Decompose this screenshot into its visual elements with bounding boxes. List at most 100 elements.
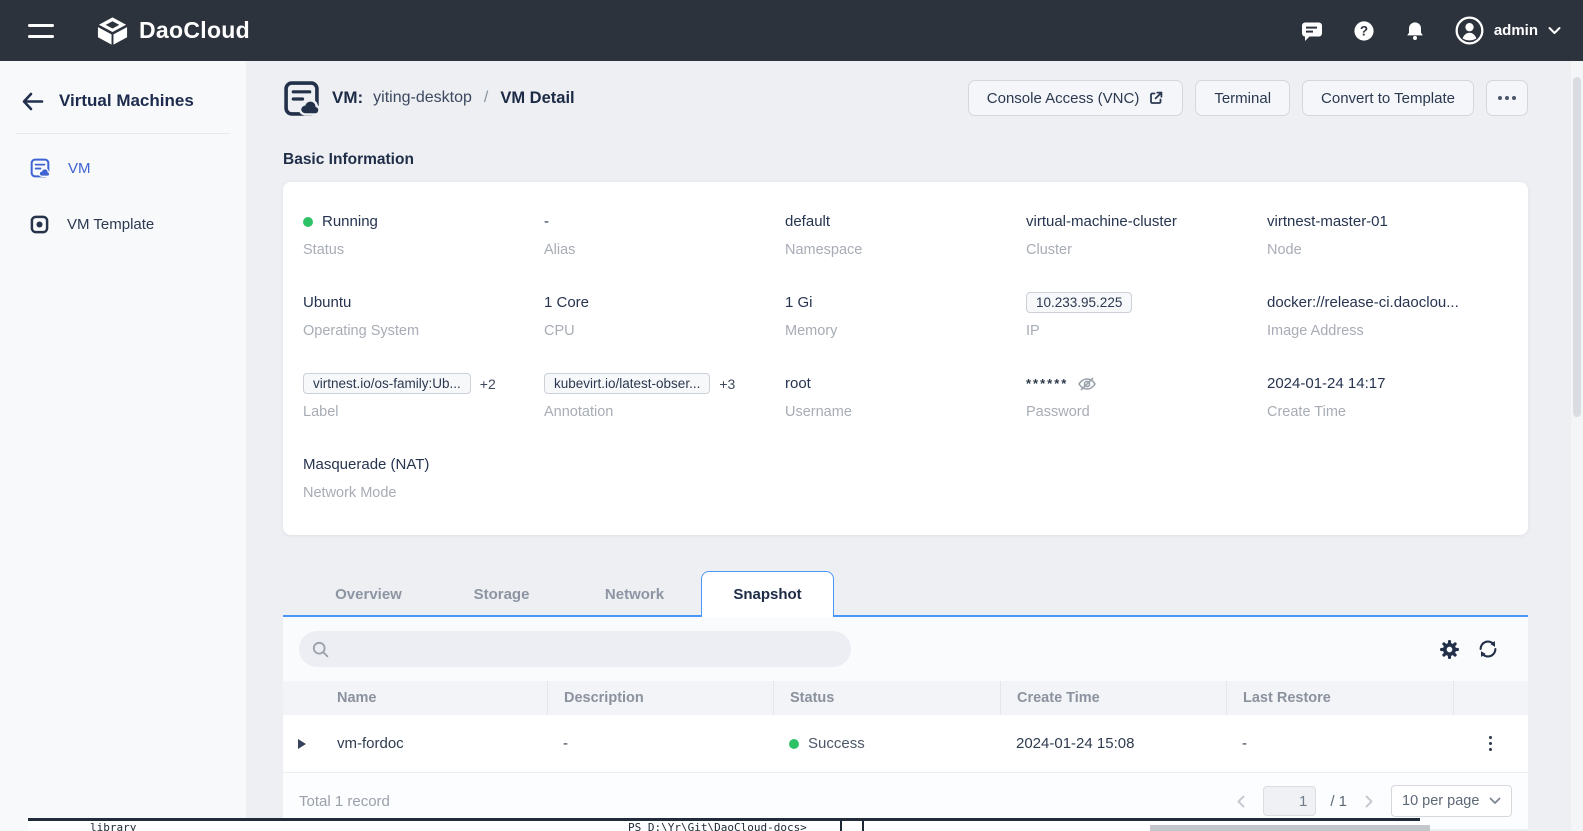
cell-status: Success bbox=[773, 735, 1000, 752]
field-label: Label bbox=[303, 404, 339, 420]
console-access-label: Console Access (VNC) bbox=[986, 89, 1140, 107]
field-label: CPU bbox=[544, 323, 575, 339]
field-value: default bbox=[785, 213, 831, 230]
help-icon[interactable]: ? bbox=[1353, 20, 1375, 42]
password-masked-value: ****** bbox=[1026, 376, 1069, 391]
brand[interactable]: DaoCloud bbox=[96, 16, 250, 46]
column-header-actions bbox=[1453, 681, 1528, 715]
username-label: admin bbox=[1493, 22, 1538, 39]
breadcrumb-current-page: VM Detail bbox=[500, 88, 575, 107]
expand-triangle-icon bbox=[298, 738, 306, 749]
menu-toggle-icon[interactable] bbox=[28, 23, 54, 38]
status-dot-green bbox=[303, 216, 313, 227]
search-input[interactable] bbox=[338, 641, 838, 657]
field-label: Cluster bbox=[1026, 242, 1072, 258]
field-value: virtnest-master-01 bbox=[1267, 213, 1388, 230]
sidebar-item-vm[interactable]: VM bbox=[0, 148, 246, 188]
prev-page-button[interactable] bbox=[1233, 792, 1249, 811]
avatar bbox=[1455, 16, 1484, 45]
field-label: Memory bbox=[785, 323, 838, 339]
chevron-down-icon bbox=[1548, 26, 1561, 35]
sidebar: Virtual Machines VM VM Template bbox=[0, 61, 246, 831]
chevron-down-icon bbox=[1489, 797, 1501, 804]
convert-to-template-button[interactable]: Convert to Template bbox=[1302, 80, 1474, 116]
cell-name[interactable]: vm-fordoc bbox=[321, 735, 547, 752]
field-annotation: kubevirt.io/latest-obser... +3 Annotation bbox=[544, 372, 785, 420]
cell-last-restore: - bbox=[1242, 735, 1247, 752]
field-username: root Username bbox=[785, 372, 1026, 420]
notifications-bell-icon[interactable] bbox=[1404, 20, 1426, 42]
vm-name: yiting-desktop bbox=[373, 89, 472, 106]
field-ip: 10.233.95.225 IP bbox=[1026, 291, 1267, 339]
field-label: Image Address bbox=[1267, 323, 1364, 339]
tab-network[interactable]: Network bbox=[568, 573, 701, 617]
field-label: Annotation bbox=[544, 404, 614, 420]
column-settings-gear-icon[interactable] bbox=[1439, 639, 1460, 660]
column-header-description[interactable]: Description bbox=[547, 681, 773, 715]
page-scrollbar[interactable] bbox=[1571, 61, 1583, 831]
field-password: ****** Password bbox=[1026, 372, 1267, 420]
background-window-gray-strip bbox=[1150, 825, 1430, 831]
brand-name: DaoCloud bbox=[139, 17, 250, 43]
current-page-input[interactable]: 1 bbox=[1263, 786, 1317, 816]
column-header-last-restore[interactable]: Last Restore bbox=[1226, 681, 1453, 715]
console-access-button[interactable]: Console Access (VNC) bbox=[967, 80, 1184, 116]
field-node: virtnest-master-01 Node bbox=[1267, 210, 1508, 258]
scrollbar-thumb[interactable] bbox=[1573, 77, 1581, 417]
basic-information-card: Running Status - Alias default Namespace… bbox=[283, 182, 1528, 535]
table-header-row: Name Description Status Create Time Last… bbox=[283, 681, 1528, 715]
label-more-count[interactable]: +2 bbox=[480, 376, 496, 392]
status-text: Success bbox=[808, 735, 865, 752]
ellipsis-icon bbox=[1498, 96, 1516, 100]
field-label: Username bbox=[785, 404, 852, 420]
field-image-address: docker://release-ci.daoclou... Image Add… bbox=[1267, 291, 1508, 339]
field-label: Create Time bbox=[1267, 404, 1346, 420]
sidebar-item-label: VM Template bbox=[67, 215, 155, 233]
messages-icon[interactable] bbox=[1300, 20, 1324, 42]
field-operating-system: Ubuntu Operating System bbox=[303, 291, 544, 339]
search-icon bbox=[312, 641, 329, 658]
refresh-icon[interactable] bbox=[1477, 638, 1499, 660]
top-navbar: DaoCloud ? admin bbox=[0, 0, 1583, 61]
row-actions-kebab-icon[interactable] bbox=[1485, 732, 1497, 756]
search-box[interactable] bbox=[299, 631, 851, 667]
sidebar-item-vm-template[interactable]: VM Template bbox=[0, 204, 246, 244]
user-menu[interactable]: admin bbox=[1455, 16, 1561, 45]
terminal-label: Terminal bbox=[1214, 89, 1272, 107]
next-page-button[interactable] bbox=[1361, 792, 1377, 811]
eye-off-icon[interactable] bbox=[1077, 376, 1097, 392]
cell-create-time: 2024-01-24 15:08 bbox=[1016, 735, 1135, 752]
table-toolbar bbox=[283, 617, 1528, 681]
column-header-create-time[interactable]: Create Time bbox=[1000, 681, 1226, 715]
row-expand-toggle[interactable] bbox=[283, 738, 321, 749]
field-label: Alias bbox=[544, 242, 576, 258]
vm-doc-cloud-icon bbox=[30, 158, 50, 178]
sidebar-item-label: VM bbox=[68, 159, 91, 177]
field-label-tags: virtnest.io/os-family:Ub... +2 Label bbox=[303, 372, 544, 420]
annotation-more-count[interactable]: +3 bbox=[719, 376, 735, 392]
annotation-tag: kubevirt.io/latest-obser... bbox=[544, 373, 711, 394]
tab-storage[interactable]: Storage bbox=[435, 573, 568, 617]
sidebar-title: Virtual Machines bbox=[59, 91, 194, 110]
field-value: - bbox=[544, 213, 549, 230]
tab-snapshot[interactable]: Snapshot bbox=[701, 571, 834, 617]
terminal-button[interactable]: Terminal bbox=[1195, 80, 1291, 116]
label-tag: virtnest.io/os-family:Ub... bbox=[303, 373, 471, 394]
field-cluster: virtual-machine-cluster Cluster bbox=[1026, 210, 1267, 258]
ip-tag: 10.233.95.225 bbox=[1026, 292, 1133, 313]
total-records-label: Total 1 record bbox=[299, 792, 390, 810]
more-actions-button[interactable] bbox=[1486, 80, 1528, 116]
field-label: Network Mode bbox=[303, 485, 397, 501]
tab-overview[interactable]: Overview bbox=[302, 573, 435, 617]
field-network-mode: Masquerade (NAT) Network Mode bbox=[303, 453, 544, 501]
daocloud-logo-icon bbox=[96, 16, 129, 46]
field-value: Ubuntu bbox=[303, 294, 352, 311]
external-link-icon bbox=[1148, 90, 1164, 106]
field-value: 2024-01-24 14:17 bbox=[1267, 375, 1386, 392]
field-memory: 1 Gi Memory bbox=[785, 291, 1026, 339]
page-size-select[interactable]: 10 per page bbox=[1391, 785, 1512, 817]
back-arrow-icon[interactable] bbox=[20, 92, 44, 111]
column-header-name[interactable]: Name bbox=[321, 681, 547, 715]
column-header-status[interactable]: Status bbox=[773, 681, 1000, 715]
entity-type-label: VM: bbox=[332, 88, 364, 107]
